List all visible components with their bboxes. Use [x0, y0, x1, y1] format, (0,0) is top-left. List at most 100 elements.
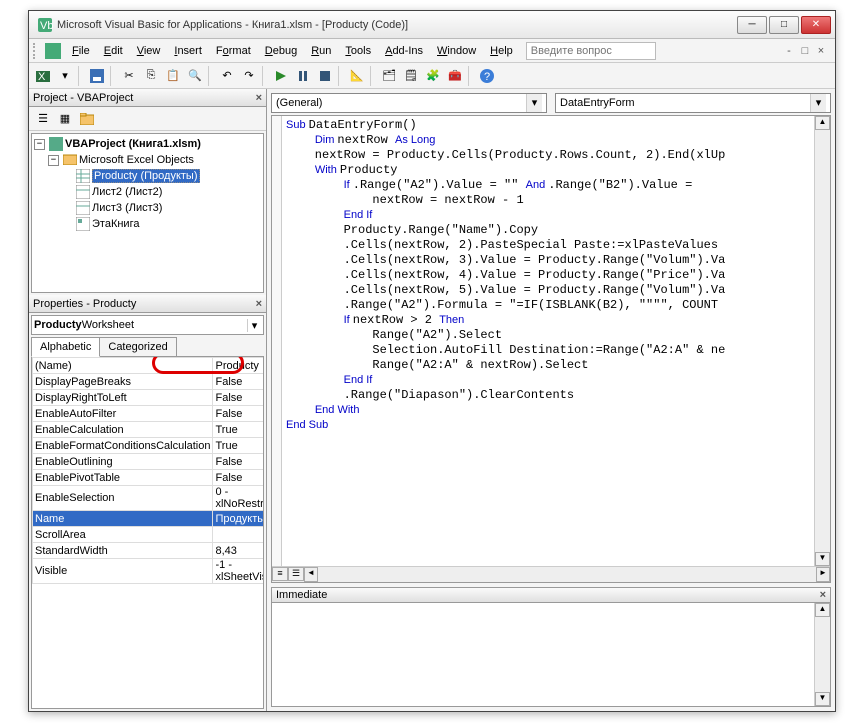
project-pane-title: Project - VBAProject ×	[29, 89, 266, 107]
tree-root[interactable]: − VBAProject (Книга1.xlsm)	[34, 136, 261, 152]
collapse-icon[interactable]: −	[48, 155, 59, 166]
properties-pane-close-icon[interactable]: ×	[256, 298, 262, 310]
menu-file[interactable]: File	[65, 42, 97, 60]
menu-help[interactable]: Help	[483, 42, 520, 60]
procedure-view-icon[interactable]: ≡	[272, 567, 288, 581]
tree-folder[interactable]: − Microsoft Excel Objects	[34, 152, 261, 168]
dropdown-icon[interactable]: ▾	[247, 319, 261, 332]
help-icon[interactable]: ?	[477, 66, 497, 86]
tree-item[interactable]: Лист3 (Лист3)	[34, 200, 261, 216]
properties-grid[interactable]: (Name)ProductyDisplayPageBreaksFalseDisp…	[31, 356, 264, 709]
break-icon[interactable]	[293, 66, 313, 86]
reset-icon[interactable]	[315, 66, 335, 86]
tab-alphabetic[interactable]: Alphabetic	[31, 337, 100, 357]
undo-icon[interactable]: ↶	[217, 66, 237, 86]
menu-run[interactable]: Run	[304, 42, 338, 60]
grip-icon[interactable]	[33, 43, 39, 59]
property-row[interactable]: EnableSelection0 - xlNoRestrictions	[33, 486, 265, 511]
collapse-icon[interactable]: −	[34, 139, 45, 150]
copy-icon[interactable]: ⎘	[141, 66, 161, 86]
view-code-icon[interactable]: ☰	[33, 109, 53, 129]
menu-view[interactable]: View	[130, 42, 168, 60]
folder-icon	[63, 153, 77, 167]
object-combo[interactable]: (General) ▾	[271, 93, 547, 113]
project-explorer-icon[interactable]: 🗂	[379, 66, 399, 86]
mdi-restore-icon[interactable]: □	[797, 45, 813, 57]
project-tree[interactable]: − VBAProject (Книга1.xlsm) − Microsoft E…	[31, 133, 264, 293]
scroll-left-icon[interactable]: ◄	[304, 567, 318, 582]
properties-icon[interactable]: 🗒	[401, 66, 421, 86]
menu-debug[interactable]: Debug	[258, 42, 304, 60]
property-row[interactable]: Visible-1 - xlSheetVisible	[33, 559, 265, 584]
project-pane-close-icon[interactable]: ×	[256, 92, 262, 104]
property-row[interactable]: EnablePivotTableFalse	[33, 470, 265, 486]
dropdown-icon[interactable]: ▾	[526, 94, 542, 112]
menu-insert[interactable]: Insert	[167, 42, 209, 60]
ask-question-input[interactable]	[526, 42, 656, 60]
properties-pane-label: Properties - Producty	[33, 298, 136, 310]
property-row[interactable]: EnableCalculationTrue	[33, 422, 265, 438]
property-row[interactable]: EnableOutliningFalse	[33, 454, 265, 470]
cut-icon[interactable]: ✂	[119, 66, 139, 86]
property-row[interactable]: EnableFormatConditionsCalculationTrue	[33, 438, 265, 454]
tree-item[interactable]: Лист2 (Лист2)	[34, 184, 261, 200]
scroll-up-icon[interactable]: ▲	[815, 116, 830, 130]
window-title: Microsoft Visual Basic for Applications …	[57, 19, 735, 31]
vertical-scrollbar[interactable]: ▲ ▼	[814, 116, 830, 566]
property-row[interactable]: EnableAutoFilterFalse	[33, 406, 265, 422]
property-row[interactable]: DisplayRightToLeftFalse	[33, 390, 265, 406]
immediate-window[interactable]: Immediate × ▲▼	[271, 587, 831, 707]
code-editor[interactable]: Sub DataEntryForm() Dim nextRow As Long …	[271, 115, 831, 583]
property-row[interactable]: StandardWidth8,43	[33, 543, 265, 559]
close-button[interactable]: ✕	[801, 16, 831, 34]
scroll-down-icon[interactable]: ▼	[815, 552, 830, 566]
worksheet-icon	[76, 201, 90, 215]
worksheet-icon	[76, 169, 90, 183]
minimize-button[interactable]: ─	[737, 16, 767, 34]
save-icon[interactable]	[87, 66, 107, 86]
toolbox-icon[interactable]: 🧰	[445, 66, 465, 86]
tree-item-producty[interactable]: Producty (Продукты)	[34, 168, 261, 184]
property-row[interactable]: DisplayPageBreaksFalse	[33, 374, 265, 390]
vertical-scrollbar[interactable]: ▲▼	[814, 603, 830, 706]
dropdown-icon[interactable]: ▾	[55, 66, 75, 86]
tab-categorized[interactable]: Categorized	[100, 337, 176, 357]
app-icon: Vb	[37, 17, 53, 33]
menu-tools[interactable]: Tools	[338, 42, 378, 60]
menu-window[interactable]: Window	[430, 42, 483, 60]
view-object-icon[interactable]: ▦	[55, 109, 75, 129]
object-browser-icon[interactable]: 🧩	[423, 66, 443, 86]
maximize-button[interactable]: □	[769, 16, 799, 34]
procedure-combo[interactable]: DataEntryForm ▾	[555, 93, 831, 113]
titlebar[interactable]: Vb Microsoft Visual Basic for Applicatio…	[29, 11, 835, 39]
menu-edit[interactable]: Edit	[97, 42, 130, 60]
menu-format[interactable]: Format	[209, 42, 258, 60]
mdi-minimize-icon[interactable]: -	[781, 45, 797, 57]
dropdown-icon[interactable]: ▾	[810, 94, 826, 112]
immediate-close-icon[interactable]: ×	[820, 589, 826, 601]
immediate-title: Immediate	[276, 589, 327, 601]
menu-addins[interactable]: Add-Ins	[378, 42, 430, 60]
full-module-view-icon[interactable]: ☰	[288, 567, 304, 581]
mdi-close-icon[interactable]: ×	[813, 45, 829, 57]
property-row[interactable]: ScrollArea	[33, 527, 265, 543]
property-row[interactable]: NameПродукты	[33, 511, 265, 527]
worksheet-icon	[76, 185, 90, 199]
properties-object-selector[interactable]: Producty Worksheet ▾	[31, 315, 264, 335]
properties-pane-title: Properties - Producty ×	[29, 295, 266, 313]
menubar: File Edit View Insert Format Debug Run T…	[29, 39, 835, 63]
scroll-right-icon[interactable]: ►	[816, 567, 830, 582]
horizontal-scrollbar[interactable]: ≡ ☰ ◄ ►	[272, 566, 830, 582]
design-mode-icon[interactable]: 📐	[347, 66, 367, 86]
toggle-folders-icon[interactable]	[77, 109, 97, 129]
code-text[interactable]: Sub DataEntryForm() Dim nextRow As Long …	[282, 116, 729, 566]
redo-icon[interactable]: ↷	[239, 66, 259, 86]
immediate-input[interactable]	[272, 603, 814, 706]
run-icon[interactable]	[271, 66, 291, 86]
find-icon[interactable]: 🔍	[185, 66, 205, 86]
view-excel-icon[interactable]: X	[33, 66, 53, 86]
paste-icon[interactable]: 📋	[163, 66, 183, 86]
property-row[interactable]: (Name)Producty	[33, 358, 265, 374]
svg-text:X: X	[38, 71, 46, 83]
tree-item-thisworkbook[interactable]: ЭтаКнига	[34, 216, 261, 232]
